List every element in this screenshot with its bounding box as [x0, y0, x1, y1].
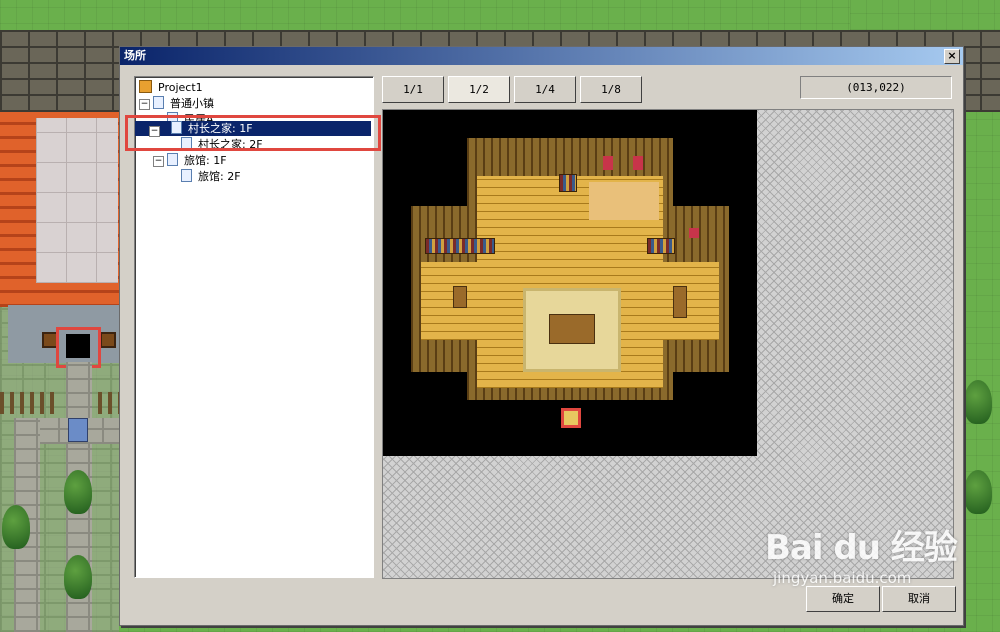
tree — [964, 470, 992, 514]
map-preview[interactable] — [382, 109, 954, 579]
selection-highlight-box — [125, 115, 381, 151]
coordinate-display: (013,022) — [800, 76, 952, 99]
exit-event-highlight[interactable] — [561, 408, 581, 428]
side-table — [673, 286, 687, 318]
tree-item-inn-1f[interactable]: 旅馆: 1F — [167, 153, 230, 168]
dialog-title: 场所 — [124, 49, 146, 62]
fence — [98, 392, 119, 414]
tree — [64, 470, 92, 514]
scale-1-4-button[interactable]: 1/4 — [514, 76, 576, 103]
curtain — [603, 156, 613, 170]
curtain — [633, 156, 643, 170]
map-tree[interactable]: Project1 − 普通小镇 民居A − 村长之家: 1F 村长之家: 2F … — [134, 76, 374, 578]
kitchen-floor — [589, 182, 659, 220]
side-table — [453, 286, 467, 308]
dining-table — [549, 314, 595, 344]
map-canvas[interactable] — [383, 110, 757, 456]
bookshelf — [425, 238, 495, 254]
tree-item-project[interactable]: Project1 — [139, 80, 206, 95]
window — [689, 228, 699, 238]
map-icon — [153, 96, 164, 109]
project-icon — [139, 80, 152, 93]
tree-item-town[interactable]: 普通小镇 — [153, 96, 217, 111]
expand-toggle[interactable]: − — [139, 99, 150, 110]
watermark-url: jingyan.baidu.com — [773, 569, 912, 587]
ok-button[interactable]: 确定 — [806, 586, 880, 612]
close-icon: × — [947, 49, 957, 62]
bookshelf — [647, 238, 675, 254]
map-icon — [181, 169, 192, 182]
tree — [64, 555, 92, 599]
dialog-titlebar[interactable]: 场所 × — [120, 47, 963, 65]
bookshelf — [559, 174, 577, 192]
expand-toggle[interactable]: − — [153, 156, 164, 167]
map-icon — [167, 153, 178, 166]
scale-1-2-button[interactable]: 1/2 — [448, 76, 510, 103]
cancel-button[interactable]: 取消 — [882, 586, 956, 612]
close-button[interactable]: × — [944, 49, 960, 64]
fence — [0, 392, 60, 414]
baidu-logo: Bai du 经验 — [765, 528, 958, 568]
baidu-watermark: Bai du 经验 jingyan.baidu.com — [765, 520, 958, 587]
tree — [2, 505, 30, 549]
house-top-floor — [36, 118, 118, 283]
grass-patch — [850, 0, 1000, 30]
tree — [964, 380, 992, 424]
tree-item-inn-2f[interactable]: 旅馆: 2F — [181, 169, 244, 184]
scale-1-8-button[interactable]: 1/8 — [580, 76, 642, 103]
scale-1-1-button[interactable]: 1/1 — [382, 76, 444, 103]
player-character-sprite — [68, 418, 88, 442]
house-window — [100, 332, 116, 348]
